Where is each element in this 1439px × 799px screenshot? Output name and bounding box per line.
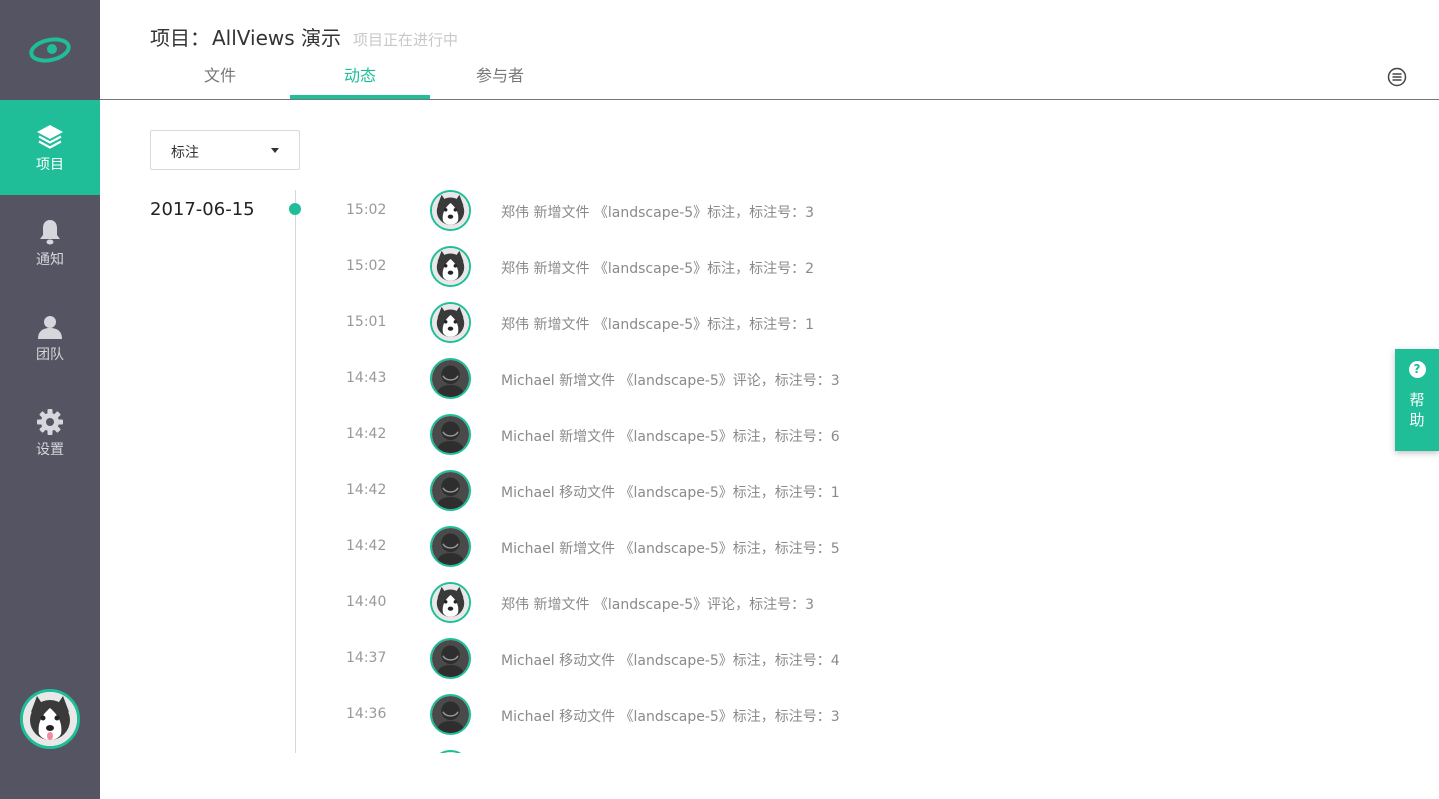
default-avatar-icon [432, 472, 469, 509]
app-logo[interactable] [0, 0, 100, 100]
activity-description: 郑伟 新增文件 《landscape-5》评论，标注号：3 [501, 597, 815, 613]
activity-description: Michael 新增文件 《landscape-5》评论，标注号：3 [501, 373, 840, 389]
activity-description: Michael 移动文件 《landscape-5》标注，标注号：3 [501, 709, 840, 725]
activity-type-select[interactable]: 标注 [150, 130, 300, 170]
timeline-dot [289, 203, 301, 215]
activity-item: 14:42 Michael 新增文件 《landscape-5》标注，标注号：6 [346, 414, 1146, 470]
gear-icon [36, 407, 64, 437]
activity-item: 15:02 郑伟 新增文件 《landscape-5》标注，标注号：2 [346, 246, 1146, 302]
activity-item: 14:40 郑伟 新增文件 《landscape-5》评论，标注号：3 [346, 582, 1146, 638]
user-avatar[interactable] [430, 190, 471, 231]
page-title: 项目： AllViews 演示 项目正在进行中 [150, 22, 458, 51]
husky-avatar-icon [432, 584, 469, 621]
help-button[interactable]: ? 帮助 [1395, 349, 1439, 451]
layers-icon [35, 122, 65, 152]
activity-description: 郑伟 新增文件 《landscape-5》标注，标注号：3 [501, 205, 815, 221]
user-avatar[interactable] [430, 750, 471, 753]
title-prefix: 项目： [150, 26, 210, 50]
activity-description: 郑伟 新增文件 《landscape-5》标注，标注号：1 [501, 317, 815, 333]
activity-item: 14:43 Michael 新增文件 《landscape-5》评论，标注号：3 [346, 358, 1146, 414]
activity-item: 14:36 Michael 移动文件 《landscape-5》标注，标注号：3 [346, 694, 1146, 750]
activity-description: Michael 移动文件 《landscape-5》标注，标注号：1 [501, 485, 840, 501]
sidebar-item-notifications[interactable]: 通知 [0, 195, 100, 290]
timeline-line [295, 190, 296, 753]
sidebar: 项目 通知 团队 设置 [0, 0, 100, 799]
sidebar-item-team[interactable]: 团队 [0, 290, 100, 385]
sidebar-item-label: 团队 [36, 346, 64, 363]
current-user-avatar[interactable] [20, 689, 80, 749]
user-avatar[interactable] [430, 414, 471, 455]
default-avatar-icon [432, 640, 469, 677]
default-avatar-icon [432, 696, 469, 733]
husky-avatar-icon [432, 304, 469, 341]
activity-description: Michael 移动文件 《landscape-5》标注，标注号：4 [501, 653, 840, 669]
activity-description: Michael 新增文件 《landscape-5》标注，标注号：5 [501, 541, 840, 557]
default-avatar-icon [432, 528, 469, 565]
tab-activity[interactable]: 动态 [290, 56, 430, 99]
default-avatar-icon [432, 416, 469, 453]
select-value: 标注 [171, 145, 199, 161]
header: 项目： AllViews 演示 项目正在进行中 文件 动态 参与者 [100, 0, 1439, 100]
husky-avatar-icon [432, 248, 469, 285]
help-label: 帮助 [1409, 391, 1425, 429]
project-name: AllViews 演示 [212, 26, 342, 50]
activity-time: 15:02 [346, 258, 387, 274]
activity-item [346, 750, 1146, 753]
user-avatar[interactable] [430, 470, 471, 511]
user-avatar[interactable] [430, 638, 471, 679]
activity-time: 14:40 [346, 594, 387, 610]
timeline-date: 2017-06-15 [150, 199, 255, 220]
project-status: 项目正在进行中 [353, 31, 459, 49]
team-icon [36, 312, 64, 342]
sidebar-item-label: 设置 [36, 441, 64, 458]
activity-time: 14:42 [346, 482, 387, 498]
user-avatar[interactable] [430, 358, 471, 399]
husky-avatar-icon [23, 692, 77, 746]
bell-icon [38, 217, 62, 247]
menu-button[interactable] [1387, 67, 1407, 87]
user-avatar[interactable] [430, 302, 471, 343]
list-menu-icon [1387, 67, 1407, 87]
activity-time: 15:01 [346, 314, 387, 330]
sidebar-item-settings[interactable]: 设置 [0, 385, 100, 480]
question-icon: ? [1408, 361, 1426, 378]
sidebar-item-label: 通知 [36, 251, 64, 268]
user-avatar[interactable] [430, 246, 471, 287]
sidebar-item-projects[interactable]: 项目 [0, 100, 100, 195]
default-avatar-icon [432, 360, 469, 397]
activity-time: 14:43 [346, 370, 387, 386]
activity-time: 14:37 [346, 650, 387, 666]
activity-item: 14:42 Michael 新增文件 《landscape-5》标注，标注号：5 [346, 526, 1146, 582]
caret-down-icon [271, 148, 279, 153]
activity-item: 15:01 郑伟 新增文件 《landscape-5》标注，标注号：1 [346, 302, 1146, 358]
activity-description: Michael 新增文件 《landscape-5》标注，标注号：6 [501, 429, 840, 445]
activity-item: 14:37 Michael 移动文件 《landscape-5》标注，标注号：4 [346, 638, 1146, 694]
tab-files[interactable]: 文件 [150, 56, 290, 99]
user-avatar[interactable] [430, 694, 471, 735]
activity-time: 15:02 [346, 202, 387, 218]
activity-list: 15:02 郑伟 新增文件 《landscape-5》标注，标注号：3 15:02… [346, 190, 1146, 753]
tab-bar: 文件 动态 参与者 [150, 56, 570, 99]
husky-avatar-icon [432, 752, 469, 753]
activity-description: 郑伟 新增文件 《landscape-5》标注，标注号：2 [501, 261, 815, 277]
activity-time: 14:42 [346, 426, 387, 442]
husky-avatar-icon [432, 192, 469, 229]
user-avatar[interactable] [430, 526, 471, 567]
sidebar-item-label: 项目 [36, 156, 64, 173]
tab-participants[interactable]: 参与者 [430, 56, 570, 99]
activity-item: 14:42 Michael 移动文件 《landscape-5》标注，标注号：1 [346, 470, 1146, 526]
activity-item: 15:02 郑伟 新增文件 《landscape-5》标注，标注号：3 [346, 190, 1146, 246]
activity-time: 14:36 [346, 706, 387, 722]
logo-icon [29, 37, 71, 63]
activity-time: 14:42 [346, 538, 387, 554]
user-avatar[interactable] [430, 582, 471, 623]
